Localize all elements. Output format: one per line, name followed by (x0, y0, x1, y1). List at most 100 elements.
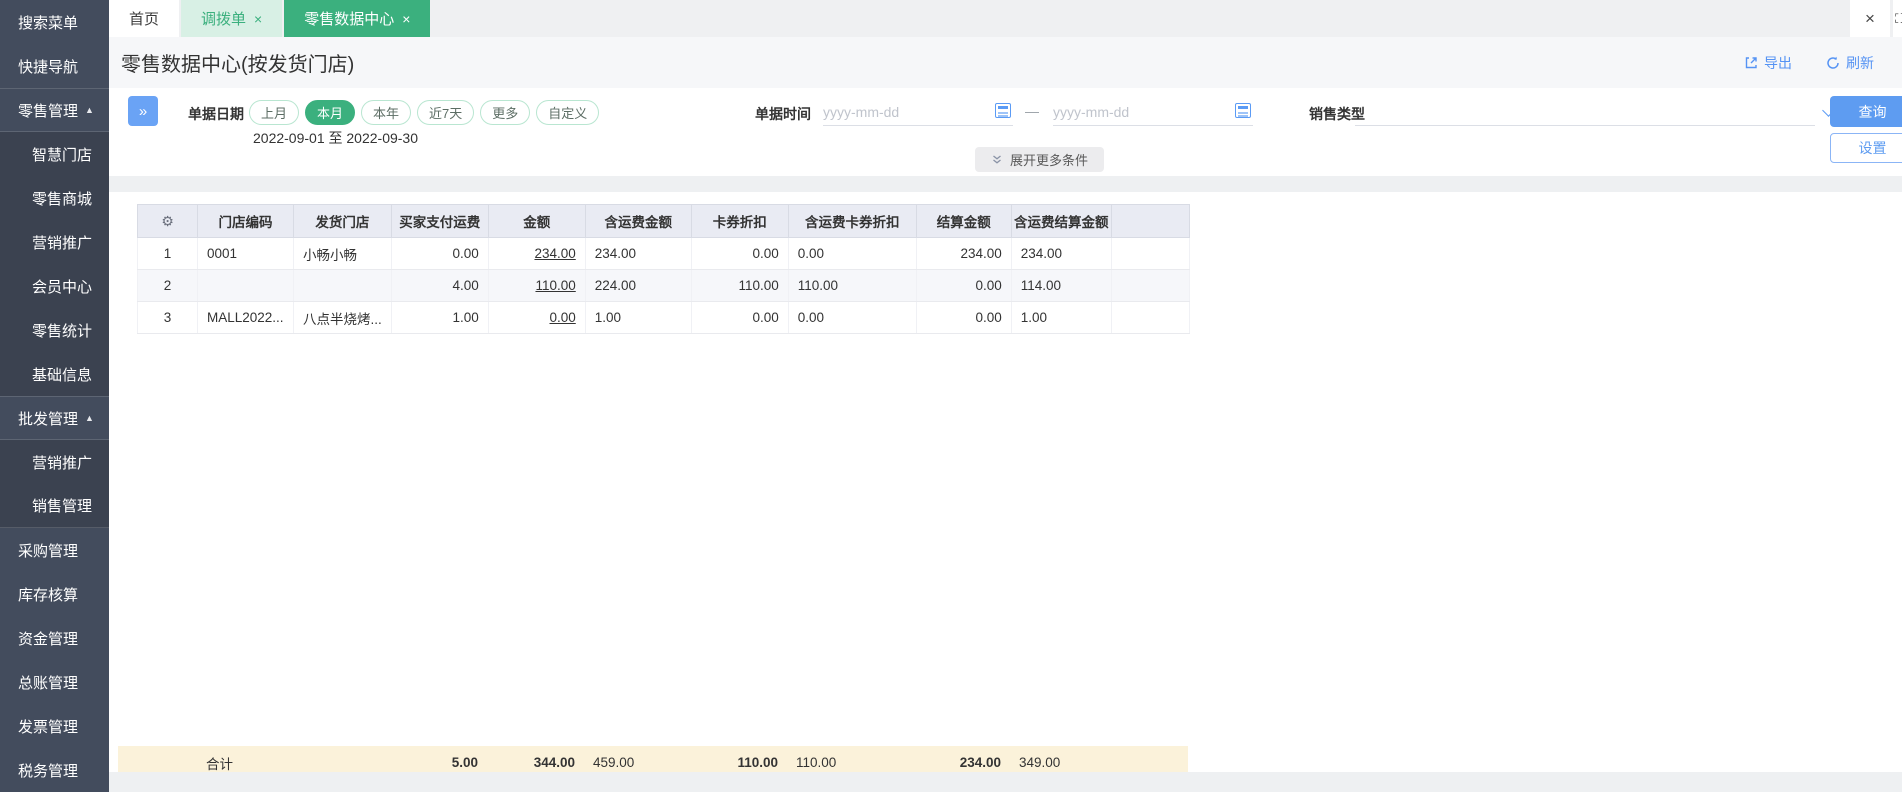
sidebar-item-general-ledger[interactable]: 总账管理 (0, 660, 109, 704)
end-date-input[interactable] (1053, 98, 1253, 126)
col-store-code[interactable]: 门店编码 (197, 204, 294, 238)
sidebar-item-retail-stats[interactable]: 零售统计 (0, 308, 109, 352)
amount-link[interactable]: 234.00 (534, 246, 575, 261)
col-shipping-store[interactable]: 发货门店 (293, 204, 392, 238)
cell-settle-incl-shipping: 1.00 (1011, 301, 1112, 334)
cell-buyer-shipping: 4.00 (391, 269, 489, 302)
table-footer-row: 合计 5.00 344.00 459.00 110.00 110.00 234.… (118, 746, 1188, 772)
sidebar-item-label: 会员中心 (32, 278, 93, 296)
gear-icon: ⚙ (161, 212, 174, 229)
sales-type-select[interactable] (1355, 98, 1835, 126)
tab-home[interactable]: 首页 (109, 0, 180, 37)
sidebar-item-wholesale-marketing[interactable]: 营销推广 (0, 440, 109, 484)
caret-up-icon: ▲ (85, 413, 94, 423)
page-title: 零售数据中心(按发货门店) (121, 54, 355, 76)
pill-this-month[interactable]: 本月 (305, 100, 356, 125)
sidebar-item-label: 营销推广 (32, 234, 93, 252)
pill-this-year[interactable]: 本年 (361, 100, 412, 125)
col-amount[interactable]: 金额 (488, 204, 586, 238)
sidebar-item-marketing-promo[interactable]: 营销推广 (0, 220, 109, 264)
cell-amount-link[interactable]: 0.00 (488, 301, 586, 334)
sidebar-group-retail-management[interactable]: 零售管理 ▲ (0, 88, 109, 132)
pill-custom[interactable]: 自定义 (536, 100, 600, 125)
pill-last-7-days[interactable]: 近7天 (417, 100, 475, 125)
cell-coupon-discount-incl-shipping: 0.00 (788, 301, 917, 334)
expand-more-conditions-button[interactable]: 展开更多条件 (975, 147, 1105, 172)
sidebar-item-quick-nav[interactable]: 快捷导航 (0, 44, 109, 88)
export-button[interactable]: 导出 (1744, 53, 1792, 73)
cell-store-code (197, 269, 294, 302)
tab-bar: 首页 调拨单 × 零售数据中心 × × ⛶ (109, 0, 1902, 37)
row-seq: 1 (137, 237, 198, 270)
close-tab-icon[interactable]: × (254, 12, 262, 26)
calendar-icon[interactable] (995, 103, 1011, 118)
sidebar-item-retail-mall[interactable]: 零售商城 (0, 176, 109, 220)
cell-amount-link[interactable]: 110.00 (488, 269, 586, 302)
cell-coupon-discount: 0.00 (691, 301, 789, 334)
expand-more-label: 展开更多条件 (1010, 153, 1089, 168)
table-row[interactable]: 3 MALL2022... 八点半烧烤... 1.00 0.00 1.00 0.… (137, 301, 1190, 334)
column-settings-button[interactable]: ⚙ (137, 204, 198, 238)
tab-label: 首页 (129, 11, 160, 28)
pill-more[interactable]: 更多 (480, 100, 531, 125)
export-label: 导出 (1764, 54, 1792, 71)
table-header-row: ⚙ 门店编码 发货门店 买家支付运费 金额 含运费金额 卡券折扣 含运费卡券折扣… (137, 204, 1190, 238)
sidebar-item-purchase-management[interactable]: 采购管理 (0, 528, 109, 572)
refresh-button[interactable]: 刷新 (1826, 53, 1874, 73)
col-coupon-discount[interactable]: 卡券折扣 (691, 204, 789, 238)
sidebar-search-menu[interactable]: 搜索菜单 (0, 0, 109, 44)
cell-buyer-shipping: 1.00 (391, 301, 489, 334)
cell-settle-incl-shipping: 114.00 (1011, 269, 1112, 302)
date-quick-pills: 上月 本月 本年 近7天 更多 自定义 (249, 100, 600, 125)
col-coupon-discount-incl-shipping[interactable]: 含运费卡券折扣 (788, 204, 917, 238)
cell-amount-link[interactable]: 234.00 (488, 237, 586, 270)
close-button[interactable]: × (1850, 0, 1890, 37)
sidebar-item-invoice-management[interactable]: 发票管理 (0, 704, 109, 748)
amount-link[interactable]: 0.00 (549, 310, 575, 325)
cell-coupon-discount-incl-shipping: 110.00 (788, 269, 917, 302)
tab-retail-data-center[interactable]: 零售数据中心 × (284, 0, 431, 37)
sidebar-item-basic-info[interactable]: 基础信息 (0, 352, 109, 396)
cell-amount-incl-shipping: 234.00 (585, 237, 692, 270)
pill-last-month[interactable]: 上月 (249, 100, 300, 125)
col-settle-incl-shipping[interactable]: 含运费结算金额 (1011, 204, 1112, 238)
sidebar-item-tax-management[interactable]: 税务管理 (0, 748, 109, 792)
sidebar-item-label: 快捷导航 (18, 58, 79, 76)
close-tab-icon[interactable]: × (402, 12, 410, 26)
filter-panel: » 单据日期 上月 本月 本年 近7天 更多 自定义 2022-09-01 至 … (109, 88, 1902, 176)
start-date-input[interactable] (823, 98, 1013, 126)
footer-coupon-discount-incl-shipping: 110.00 (796, 755, 837, 770)
page-header: 零售数据中心(按发货门店) 导出 刷新 (109, 37, 1902, 88)
footer-settle-incl-shipping: 349.00 (1019, 755, 1061, 770)
footer-total-label: 合计 (206, 756, 233, 772)
sidebar-item-smart-store[interactable]: 智慧门店 (0, 132, 109, 176)
sidebar-item-member-center[interactable]: 会员中心 (0, 264, 109, 308)
document-date-label: 单据日期 (188, 106, 244, 122)
amount-link[interactable]: 110.00 (535, 278, 575, 293)
table-row[interactable]: 1 0001 小畅小畅 0.00 234.00 234.00 0.00 0.00… (137, 237, 1190, 270)
tab-transfer-order[interactable]: 调拨单 × (181, 0, 283, 37)
sidebar-item-fund-management[interactable]: 资金管理 (0, 616, 109, 660)
cell-store-name: 小畅小畅 (293, 237, 392, 270)
fullscreen-icon[interactable]: ⛶ (1893, 0, 1902, 37)
sidebar-item-label: 智慧门店 (32, 146, 93, 164)
col-amount-incl-shipping[interactable]: 含运费金额 (585, 204, 692, 238)
main-area: 首页 调拨单 × 零售数据中心 × × ⛶ 零售数据中心(按发货门店) 导出 刷新 … (109, 0, 1902, 772)
sidebar-item-inventory-accounting[interactable]: 库存核算 (0, 572, 109, 616)
settings-button[interactable]: 设置 (1830, 133, 1902, 163)
calendar-icon[interactable] (1235, 103, 1251, 118)
sidebar-item-label: 批发管理 (18, 410, 79, 428)
cell-settle-amount: 234.00 (916, 237, 1012, 270)
col-filler (1111, 204, 1190, 238)
col-settle-amount[interactable]: 结算金额 (916, 204, 1012, 238)
col-buyer-shipping[interactable]: 买家支付运费 (391, 204, 489, 238)
sidebar-group-wholesale-management[interactable]: 批发管理 ▲ (0, 396, 109, 440)
query-button[interactable]: 查询 (1830, 96, 1902, 127)
sidebar-item-sales-management[interactable]: 销售管理 (0, 484, 109, 528)
cell-store-code: MALL2022... (197, 301, 294, 334)
sidebar-item-label: 零售商城 (32, 190, 93, 208)
table-row[interactable]: 2 4.00 110.00 224.00 110.00 110.00 0.00 … (137, 269, 1190, 302)
cell-filler (1111, 269, 1190, 302)
sidebar-item-label: 基础信息 (32, 366, 93, 384)
footer-amount-incl-shipping: 459.00 (593, 755, 635, 770)
